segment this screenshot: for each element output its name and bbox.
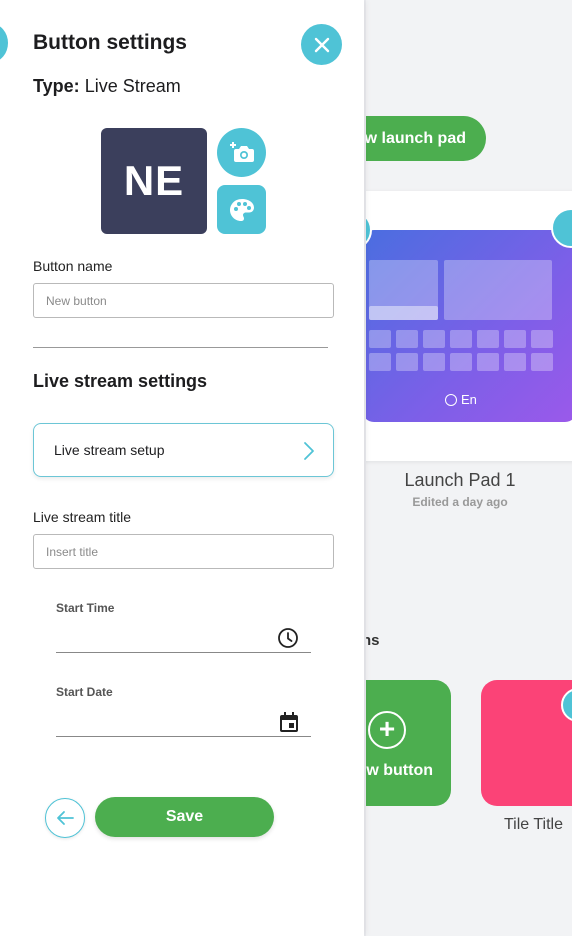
live-stream-setup-button[interactable]: Live stream setup: [33, 423, 334, 477]
launchpad-thumbnail[interactable]: En: [362, 230, 572, 422]
save-label: Save: [165, 808, 204, 825]
button-settings-panel: Button settings Type: Live Stream NE But…: [0, 0, 364, 936]
start-time-field[interactable]: [56, 613, 311, 653]
stream-title-label: Live stream title: [33, 509, 132, 525]
camera-plus-icon: [229, 141, 254, 162]
choose-color-button[interactable]: [217, 185, 266, 234]
live-stream-section-title: Live stream settings: [33, 371, 208, 391]
new-launchpad-label: ew launch pad: [355, 129, 466, 147]
close-button[interactable]: [301, 24, 342, 65]
palette-icon: [229, 198, 254, 221]
avatar-initials: NE: [123, 157, 185, 204]
live-stream-setup-label: Live stream setup: [54, 442, 165, 458]
button-name-label: Button name: [33, 258, 113, 274]
launchpad-edited: Edited a day ago: [412, 495, 508, 509]
panel-edge-handle[interactable]: [0, 24, 8, 62]
plus-icon: +: [368, 711, 406, 749]
stream-title-input[interactable]: [33, 534, 334, 569]
chevron-right-icon: [304, 442, 314, 460]
tile-title: Tile Title: [504, 816, 563, 833]
close-icon: [314, 37, 329, 52]
divider: [33, 347, 328, 348]
calendar-icon[interactable]: [279, 711, 299, 733]
clock-icon[interactable]: [277, 627, 299, 649]
button-avatar: NE: [101, 128, 207, 234]
button-tile[interactable]: [481, 680, 572, 806]
type-label: Type:: [33, 76, 80, 96]
launchpad-name: Launch Pad 1: [404, 470, 516, 490]
upload-image-button[interactable]: [217, 128, 266, 177]
arrow-left-icon: [57, 811, 74, 825]
button-type: Type: Live Stream: [33, 76, 181, 97]
language-indicator: En: [445, 392, 477, 407]
globe-icon: [445, 393, 457, 406]
type-value: Live Stream: [84, 76, 181, 96]
start-date-field[interactable]: [56, 697, 311, 737]
new-button-label: w button: [366, 762, 433, 779]
language-label: En: [461, 392, 477, 407]
button-name-input[interactable]: [33, 283, 334, 318]
save-button[interactable]: Save: [95, 797, 274, 837]
back-button[interactable]: [45, 798, 85, 838]
panel-title: Button settings: [33, 31, 187, 54]
